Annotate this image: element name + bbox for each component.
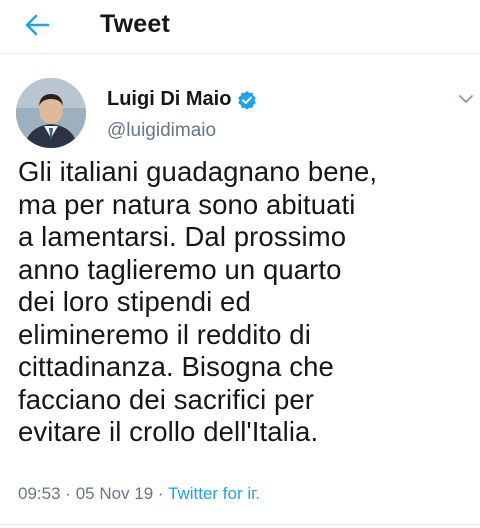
meta-separator: · <box>65 484 71 503</box>
author-handle[interactable]: @luigidimaio <box>107 120 216 142</box>
top-bar: Tweet <box>0 0 480 54</box>
page-title: Tweet <box>100 10 170 38</box>
author-name-row: Luigi Di Maio <box>107 88 257 111</box>
chevron-down-icon <box>459 95 473 103</box>
tweet-options-button[interactable] <box>457 92 475 106</box>
avatar[interactable] <box>16 78 86 148</box>
verified-badge-icon <box>238 90 257 110</box>
tweet-date: 05 Nov 19 <box>75 484 154 503</box>
arrow-left-icon <box>25 14 50 36</box>
tweet-text: Gli italiani guadagnano bene, ma per nat… <box>18 156 378 447</box>
divider <box>0 524 480 525</box>
tweet-time: 09:53 <box>18 484 61 503</box>
tweet-source-link[interactable]: Twitter for iг. <box>168 484 260 503</box>
tweet-meta: 09:53 · 05 Nov 19 · Twitter for iг. <box>18 484 260 504</box>
avatar-image <box>16 78 86 148</box>
author-display-name[interactable]: Luigi Di Maio <box>107 88 231 111</box>
back-button[interactable] <box>20 10 54 40</box>
meta-separator-2: · <box>157 484 164 503</box>
